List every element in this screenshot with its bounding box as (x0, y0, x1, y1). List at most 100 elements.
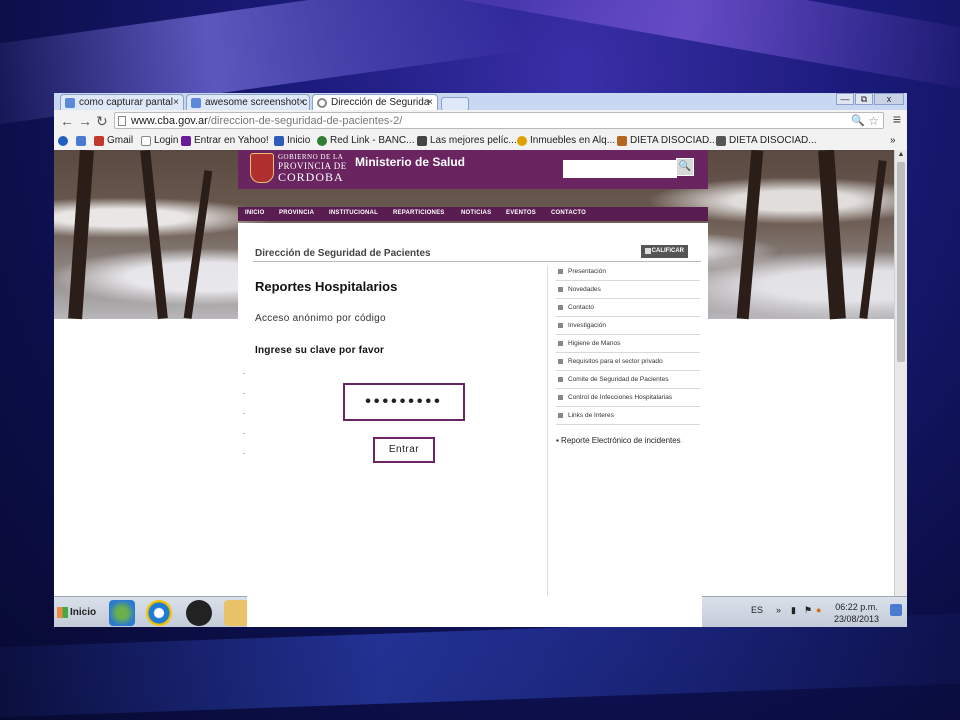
sidebar-item-label: Presentación (568, 268, 606, 275)
globe-icon[interactable] (58, 136, 68, 146)
restore-button[interactable]: ⧉ (855, 93, 873, 105)
network-signal-icon[interactable]: ▮ (791, 605, 796, 616)
page-icon (141, 136, 151, 146)
bookmarks-overflow[interactable]: » (890, 134, 896, 148)
close-tab-icon[interactable]: × (427, 95, 433, 110)
scrollbar-thumb[interactable] (897, 162, 905, 362)
nav-inicio[interactable]: INICIO (245, 210, 265, 216)
internet-explorer-icon[interactable] (146, 600, 172, 626)
bookmark-inicio[interactable]: Inicio (274, 134, 310, 148)
sidebar-item-label: Control de Infecciones Hospitalarias (568, 394, 673, 401)
government-logo[interactable]: GOBIERNO DE LA PROVINCIA DE CORDOBA (278, 153, 347, 184)
antivirus-icon[interactable]: ● (816, 605, 821, 615)
browser-tab[interactable]: como capturar pantal × (60, 94, 184, 110)
sidebar-item-label: Higiene de Manos (568, 340, 621, 347)
coat-of-arms-icon (250, 153, 274, 183)
tab-bar: como capturar pantal × awesome screensho… (54, 93, 907, 111)
show-desktop-icon[interactable] (890, 604, 902, 616)
sidebar-item-requisitos[interactable]: Requisitos para el sector privado (556, 353, 700, 371)
dieta-icon (617, 136, 627, 146)
page-heading: Reportes Hospitalarios (255, 279, 398, 294)
sidebar-item-links[interactable]: Links de Interes (556, 407, 700, 425)
bookmark-gmail[interactable]: Gmail (94, 134, 133, 148)
new-tab-button[interactable] (441, 97, 469, 111)
sidebar-item-contacto[interactable]: Contacto (556, 299, 700, 317)
sidebar-item-infecciones[interactable]: Control de Infecciones Hospitalarias (556, 389, 700, 407)
page-icon (118, 116, 126, 126)
forward-arrow-icon[interactable]: → (78, 112, 92, 130)
calificar-button[interactable]: CALIFICAR (641, 245, 688, 258)
bookmark-peliculas[interactable]: Las mejores pelíc... (417, 134, 517, 148)
browser-tab[interactable]: awesome screenshot c × (186, 94, 310, 110)
site-search-input[interactable] (563, 160, 677, 178)
nav-reparticiones[interactable]: REPARTICIONES (393, 210, 445, 216)
nav-noticias[interactable]: NOTICIAS (461, 210, 491, 216)
calificar-label: CALIFICAR (651, 248, 684, 254)
messenger-icon[interactable] (109, 600, 135, 626)
sidebar-item-higiene[interactable]: Higiene de Manos (556, 335, 700, 353)
hp-icon[interactable] (186, 600, 212, 626)
sidebar-menu: Presentación Novedades Contacto Investig… (556, 263, 700, 425)
inmuebles-icon (517, 136, 527, 146)
windows-flag-icon (57, 607, 68, 618)
address-bar[interactable]: www.cba.gov.ar/direccion-de-seguridad-de… (114, 112, 884, 129)
bookmark-yahoo[interactable]: Entrar en Yahoo! (181, 134, 269, 148)
google-icon[interactable] (76, 136, 86, 146)
language-indicator[interactable]: ES (751, 605, 763, 615)
bookmark-star-icon[interactable]: ☆ (868, 113, 879, 129)
divider-dot (243, 453, 245, 454)
bookmark-dieta-2[interactable]: DIETA DISOCIAD... (716, 134, 817, 148)
close-tab-icon[interactable]: × (173, 95, 179, 110)
taskbar-clock[interactable]: 06:22 p.m. 23/08/2013 (834, 601, 879, 625)
tree-trunk (818, 150, 846, 320)
google-icon (65, 98, 75, 108)
browser-tab-active[interactable]: Dirección de Segurida × (312, 94, 438, 110)
entrar-button[interactable]: Entrar (373, 437, 435, 463)
gov-line: CORDOBA (278, 170, 344, 184)
tree-trunk (140, 150, 168, 320)
yahoo-icon (181, 136, 191, 146)
bookmarks-bar: Gmail Login Entrar en Yahoo! Inicio Red … (54, 132, 907, 151)
bookmark-label: DIETA DISOCIAD... (630, 135, 718, 146)
bullet-icon (558, 287, 563, 292)
start-button[interactable]: Inicio (56, 600, 96, 625)
sidebar-item-reporte[interactable]: ▪ Reporte Electrónico de incidentes (556, 435, 686, 447)
password-field[interactable]: ••••••••• (343, 383, 465, 421)
bookmark-label: Inicio (287, 135, 311, 146)
nav-eventos[interactable]: EVENTOS (506, 210, 536, 216)
people-icon (417, 136, 427, 146)
sidebar-item-comite[interactable]: Comite de Seguridad de Pacientes (556, 371, 700, 389)
nav-contacto[interactable]: CONTACTO (551, 210, 586, 216)
show-hidden-icons-icon[interactable]: » (776, 605, 781, 615)
search-icon[interactable]: 🔍 (851, 113, 865, 129)
sidebar-item-presentacion[interactable]: Presentación (556, 263, 700, 281)
facebook-icon (274, 136, 284, 146)
nav-institucional[interactable]: INSTITUCIONAL (329, 210, 378, 216)
bookmark-login[interactable]: Login (141, 134, 178, 148)
page-viewport: GOBIERNO DE LA PROVINCIA DE CORDOBA Mini… (54, 150, 907, 627)
sidebar-item-novedades[interactable]: Novedades (556, 281, 700, 299)
sidebar-item-label: Investigación (568, 322, 606, 329)
bookmark-inmuebles[interactable]: Inmuebles en Alq... (517, 134, 615, 148)
minimize-button[interactable]: — (836, 93, 854, 105)
site-nav: INICIO PROVINCIA INSTITUCIONAL REPARTICI… (238, 207, 708, 221)
scroll-up-icon[interactable]: ▲ (896, 150, 906, 160)
close-tab-icon[interactable]: × (299, 95, 305, 110)
url-path: /direccion-de-seguridad-de-pacientes-2/ (207, 115, 403, 127)
nav-provincia[interactable]: PROVINCIA (279, 210, 314, 216)
bookmark-redlink[interactable]: Red Link - BANC... (317, 134, 414, 148)
vertical-scrollbar[interactable]: ▲ ▼ (894, 150, 907, 627)
flag-icon[interactable]: ⚑ (804, 605, 812, 616)
back-arrow-icon[interactable]: ← (60, 112, 74, 130)
sidebar-item-investigacion[interactable]: Investigación (556, 317, 700, 335)
menu-icon[interactable]: ≡ (893, 111, 901, 127)
close-window-button[interactable]: x (874, 93, 904, 105)
anonymous-access-text: Acceso anónimo por código (255, 313, 386, 324)
sidebar-item-label: Contacto (568, 304, 595, 311)
start-label: Inicio (70, 607, 97, 618)
reload-icon[interactable]: ↻ (96, 112, 108, 130)
bookmark-dieta-1[interactable]: DIETA DISOCIAD... (617, 134, 718, 148)
tree-trunk (736, 150, 764, 320)
site-search-button[interactable]: 🔍 (676, 158, 694, 176)
sidebar-item-label: Links de Interes (568, 412, 614, 419)
